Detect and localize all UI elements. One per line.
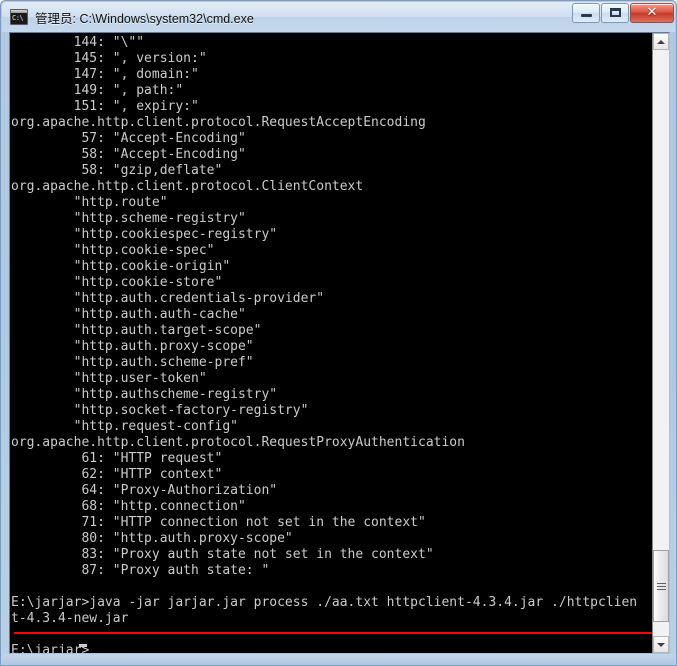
- red-underline-annotation: [14, 632, 652, 634]
- icon-titlebar-stripe: [11, 10, 27, 13]
- window-bottom-edge: [2, 654, 675, 665]
- close-button[interactable]: ✕: [630, 2, 674, 23]
- console-cursor: [79, 644, 87, 647]
- icon-prompt-text: C:\: [12, 14, 24, 22]
- console-client-area: 144: "\"" 145: ", version:" 147: ", doma…: [9, 32, 670, 654]
- minimize-icon: [580, 13, 592, 17]
- titlebar[interactable]: C:\ 管理员: C:\Windows\system32\cmd.exe ✕: [2, 2, 677, 32]
- scroll-up-arrow-icon: [657, 39, 665, 44]
- window-title: 管理员: C:\Windows\system32\cmd.exe: [35, 11, 254, 26]
- vertical-scrollbar[interactable]: [652, 33, 669, 653]
- console-output-region[interactable]: 144: "\"" 145: ", version:" 147: ", doma…: [10, 33, 652, 653]
- scroll-down-arrow-icon: [657, 642, 665, 647]
- close-icon: ✕: [646, 5, 658, 20]
- console-output-text: 144: "\"" 145: ", version:" 147: ", doma…: [11, 35, 638, 653]
- cmd-window: C:\ 管理员: C:\Windows\system32\cmd.exe ✕ 1…: [0, 0, 677, 666]
- scrollbar-thumb[interactable]: [653, 550, 669, 622]
- scrollbar-track[interactable]: [653, 50, 669, 636]
- maximize-icon: [609, 8, 621, 17]
- scrollbar-grip-icon: [656, 582, 666, 590]
- maximize-button[interactable]: [601, 2, 629, 23]
- cmd-console-icon: C:\: [10, 9, 28, 25]
- scroll-up-button[interactable]: [653, 33, 669, 50]
- minimize-button[interactable]: [572, 2, 600, 23]
- scroll-down-button[interactable]: [653, 636, 669, 653]
- caption-buttons: ✕: [572, 2, 677, 33]
